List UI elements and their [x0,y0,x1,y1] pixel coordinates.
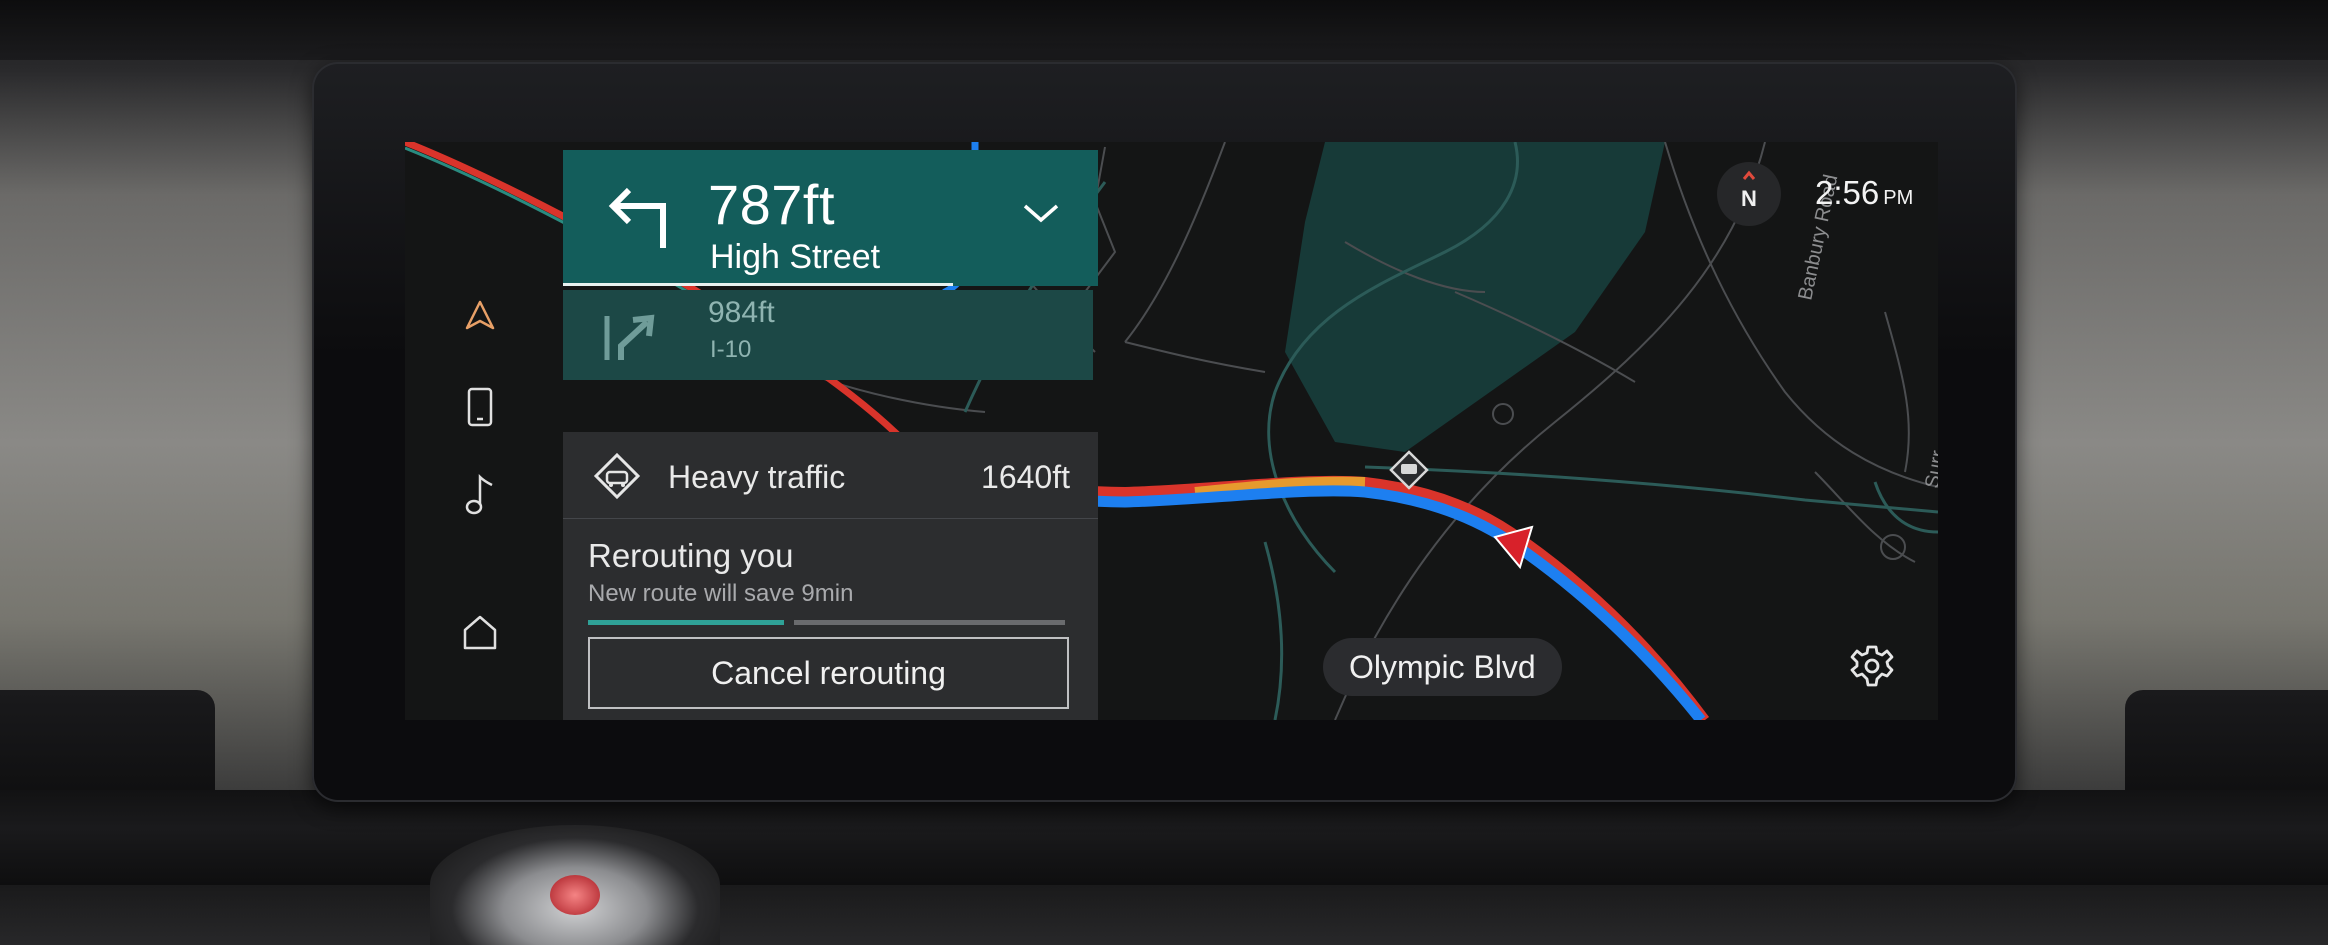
next-turn-road: I-10 [710,336,752,363]
dashboard-top [0,0,2328,60]
left-vent [0,690,215,800]
gear-selector [430,825,720,945]
turn-distance: 787ft [708,173,836,236]
reroute-progress-remaining [794,620,1065,625]
cancel-rerouting-button[interactable]: Cancel rerouting [588,637,1069,709]
chevron-down-icon[interactable] [1019,198,1063,228]
phone-icon [467,387,493,427]
dashboard-bottom [0,790,2328,885]
traffic-alert-title: Heavy traffic [668,459,846,495]
music-icon [465,473,493,515]
nav-navigation-button[interactable] [445,280,515,350]
current-street-pill: Olympic Blvd [1323,638,1562,696]
compass-button[interactable]: N [1717,162,1781,226]
navigation-icon [465,300,495,330]
turn-card-underline [563,283,953,286]
next-turn-distance: 984ft [708,296,775,329]
clock-time: 2:56 [1815,174,1880,211]
bear-right-icon [604,314,655,360]
compass-heading: N [1741,186,1757,211]
reroute-progress-bar [588,620,1065,625]
nav-rail [405,142,560,720]
reroute-progress-fill [588,620,784,625]
traffic-warning-icon [593,452,641,500]
reroute-subtitle: New route will save 9min [588,580,854,607]
nav-home-button[interactable] [445,597,515,667]
traffic-alert-distance: 1640ft [981,459,1070,495]
turn-left-icon [608,187,666,248]
infotainment-screen: Banbury Road Surr 984ft I-10 787ft High … [405,142,1938,720]
right-vent [2125,690,2328,800]
turn-instruction-card[interactable]: 787ft High Street [563,150,1098,286]
settings-gear-icon[interactable] [1848,642,1896,690]
next-turn-card[interactable]: 984ft I-10 [563,290,1093,380]
clock: 2:56 PM [1815,174,1913,212]
traffic-alert-panel: Heavy traffic 1640ft Rerouting you New r… [563,432,1098,720]
reroute-title: Rerouting you [588,537,794,574]
nav-music-button[interactable] [445,460,515,530]
clock-meridiem: PM [1883,187,1914,209]
home-icon [463,615,497,650]
nav-phone-button[interactable] [445,372,515,442]
turn-street-name: High Street [710,238,881,276]
traffic-alert-header: Heavy traffic 1640ft [563,432,1098,519]
